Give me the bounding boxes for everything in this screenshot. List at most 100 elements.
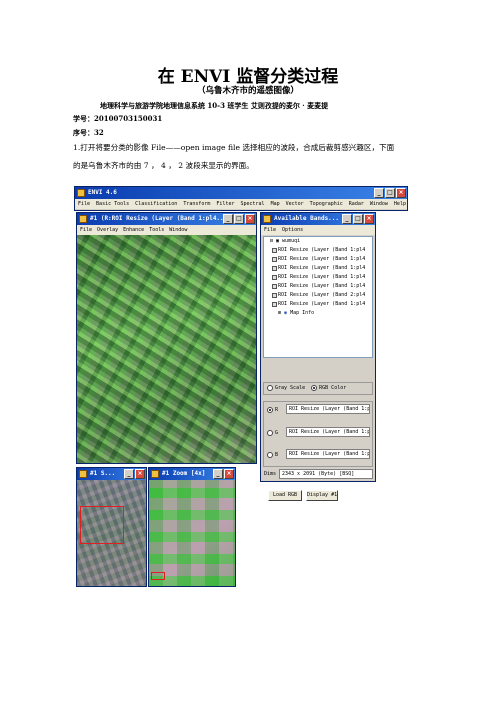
maximize-icon[interactable]: □ (234, 214, 244, 224)
page-subtitle: （乌鲁木齐市的遥感图像） (196, 86, 299, 96)
image-window-title: #1 (R:ROI Resize (Layer (Band 1:pl4... (90, 215, 228, 222)
rgb-color-radio[interactable] (311, 384, 318, 391)
envi-main-title: ENVI 4.6 (88, 189, 117, 196)
band-label: ROI Resize (Layer (Band 1:pl4 (278, 247, 366, 253)
satellite-image-view[interactable] (77, 235, 256, 463)
r-channel-radio-row[interactable]: R (267, 405, 278, 415)
menu-help[interactable]: Help (394, 199, 406, 209)
band-label: ROI Resize (Layer (Band 1:pl4 (278, 283, 366, 289)
bands-window-menubar: File Options (261, 225, 375, 235)
band-icon (272, 284, 277, 289)
list-item[interactable]: ROI Resize (Layer (Band 1:pl4 (264, 264, 372, 273)
rgb-channel-group: R ROI Resize (Layer (Band 1:pl4 G ROI Re… (263, 401, 373, 467)
envi-app-icon (77, 189, 85, 197)
tree-root-label: wumuqi (282, 238, 301, 244)
scroll-image-view[interactable] (77, 480, 146, 586)
b-channel-field[interactable]: ROI Resize (Layer (Band 1:pl4 (286, 449, 370, 459)
menu-file[interactable]: File (80, 225, 92, 235)
maximize-icon[interactable]: □ (353, 214, 363, 224)
list-item[interactable]: ROI Resize (Layer (Band 1:pl4 (264, 273, 372, 282)
menu-tools[interactable]: Tools (149, 225, 164, 235)
zoom-window: #1 Zoom [4x] _ × (148, 467, 236, 587)
dims-label: Dims (264, 471, 277, 477)
window-app-icon (79, 215, 87, 223)
close-icon[interactable]: × (224, 469, 234, 479)
close-icon[interactable]: × (396, 188, 406, 198)
list-item[interactable]: ROI Resize (Layer (Band 1:pl4 (264, 300, 372, 309)
rgb-color-label: RGB Color (319, 385, 347, 391)
display-select-button[interactable]: Display #1 (306, 490, 338, 501)
close-icon[interactable]: × (364, 214, 374, 224)
band-icon (272, 266, 277, 271)
menu-window[interactable]: Window (370, 199, 388, 209)
band-label: ROI Resize (Layer (Band 1:pl4 (278, 301, 366, 307)
menu-enhance[interactable]: Enhance (123, 225, 144, 235)
menu-map[interactable]: Map (271, 199, 280, 209)
maximize-icon[interactable]: □ (385, 188, 395, 198)
zoom-controls-box[interactable] (151, 572, 165, 580)
serial-number: 序号：32 (73, 128, 104, 137)
menu-spectral[interactable]: Spectral (240, 199, 264, 209)
menu-overlay[interactable]: Overlay (97, 225, 118, 235)
zoom-image-view[interactable] (149, 480, 235, 586)
bands-window-titlebar[interactable]: Available Bands... _ □ × (261, 213, 375, 225)
list-item[interactable]: ROI Resize (Layer (Band 1:pl4 (264, 282, 372, 291)
r-channel-label: R (275, 407, 279, 413)
menu-basic-tools[interactable]: Basic Tools (96, 199, 129, 209)
g-channel-radio-row[interactable]: G (267, 428, 278, 438)
dims-field: 2343 x 2091 (Byte) [BSQ] (279, 469, 373, 479)
minimize-icon[interactable]: _ (374, 188, 384, 198)
zoom-window-titlebar[interactable]: #1 Zoom [4x] _ × (149, 468, 235, 480)
minimize-icon[interactable]: _ (124, 469, 134, 479)
g-channel-field[interactable]: ROI Resize (Layer (Band 1:pl4 (286, 427, 370, 437)
g-channel-radio[interactable] (267, 429, 273, 436)
b-channel-radio-row[interactable]: B (267, 450, 278, 460)
load-rgb-button[interactable]: Load RGB (268, 490, 302, 501)
menu-vector[interactable]: Vector (286, 199, 304, 209)
bands-window-title: Available Bands... (274, 215, 340, 222)
window-app-icon (151, 470, 159, 478)
menu-filter[interactable]: Filter (216, 199, 234, 209)
b-channel-radio[interactable] (267, 451, 273, 458)
band-label: ROI Resize (Layer (Band 1:pl4 (278, 265, 366, 271)
menu-options[interactable]: Options (282, 225, 303, 235)
step1-text-line2: 的是乌鲁木齐市的由 7 ， 4 ， 2 波段来显示的界面。 (73, 161, 254, 170)
minimize-icon[interactable]: _ (342, 214, 352, 224)
image-window-titlebar[interactable]: #1 (R:ROI Resize (Layer (Band 1:pl4... _… (77, 213, 256, 225)
minimize-icon[interactable]: _ (223, 214, 233, 224)
menu-window[interactable]: Window (169, 225, 187, 235)
scroll-window-titlebar[interactable]: #1 S... _ × (77, 468, 146, 480)
close-icon[interactable]: × (245, 214, 255, 224)
band-icon (272, 275, 277, 280)
list-item[interactable]: ⊞ ◉ Map Info (264, 309, 372, 318)
menu-file[interactable]: File (78, 199, 90, 209)
band-label: ROI Resize (Layer (Band 1:pl4 (278, 274, 366, 280)
image-window-menubar: File Overlay Enhance Tools Window (77, 225, 256, 235)
menu-file[interactable]: File (264, 225, 276, 235)
envi-main-menubar: File Basic Tools Classification Transfor… (75, 199, 407, 209)
gray-scale-label: Gray Scale (275, 385, 306, 391)
gray-scale-radio[interactable] (267, 384, 273, 391)
menu-classification[interactable]: Classification (135, 199, 177, 209)
globe-icon: ◉ (284, 310, 288, 316)
window-app-icon (263, 215, 271, 223)
band-icon (272, 302, 277, 307)
envi-main-titlebar[interactable]: ENVI 4.6 _ □ × (75, 187, 407, 199)
r-channel-field[interactable]: ROI Resize (Layer (Band 1:pl4 (286, 404, 370, 414)
menu-transform[interactable]: Transform (183, 199, 210, 209)
color-mode-group: Gray Scale RGB Color (263, 382, 373, 395)
menu-topographic[interactable]: Topographic (310, 199, 343, 209)
list-item[interactable]: ROI Resize (Layer (Band 1:pl4 (264, 255, 372, 264)
minimize-icon[interactable]: _ (213, 469, 223, 479)
tree-root[interactable]: ⊟ ▣ wumuqi (264, 237, 372, 246)
menu-radar[interactable]: Radar (349, 199, 364, 209)
band-icon (272, 248, 277, 253)
close-icon[interactable]: × (135, 469, 145, 479)
list-item[interactable]: ROI Resize (Layer (Band 1:pl4 (264, 246, 372, 255)
list-item[interactable]: ROI Resize (Layer (Band 2:pl4 (264, 291, 372, 300)
band-icon (272, 257, 277, 262)
r-channel-radio[interactable] (267, 406, 273, 413)
b-channel-label: B (275, 452, 279, 458)
envi-main-window: ENVI 4.6 _ □ × File Basic Tools Classifi… (74, 186, 408, 211)
viewport-box[interactable] (80, 506, 124, 544)
